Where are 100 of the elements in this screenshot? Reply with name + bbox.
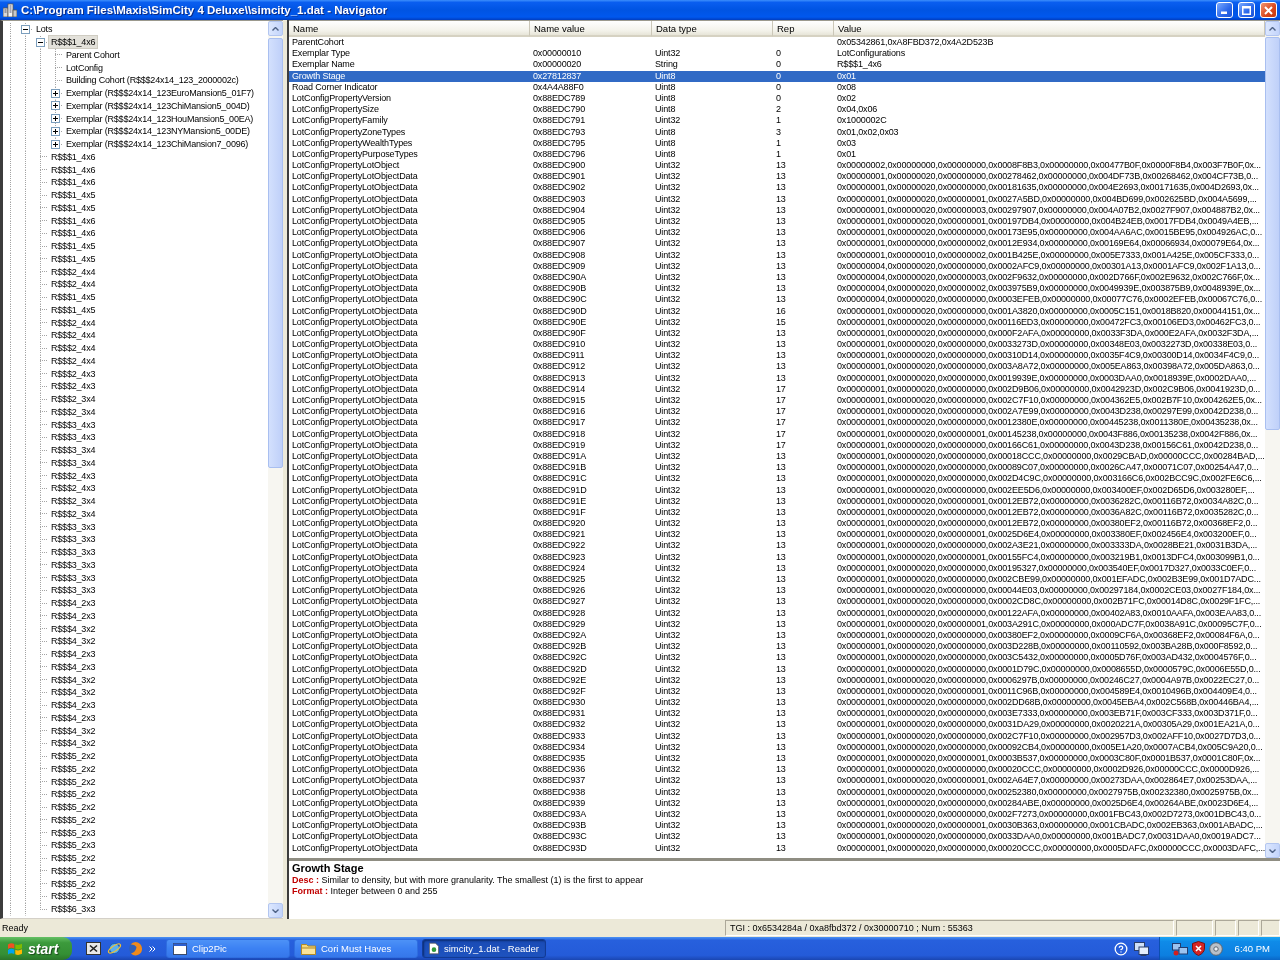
tree-item[interactable]: R$$$5_2x3 [49, 826, 98, 839]
tree-item[interactable]: R$$$5_2x2 [49, 775, 98, 788]
taskbar-button[interactable]: Clip2Pic [166, 939, 290, 958]
column-header[interactable]: Name value [530, 21, 652, 37]
property-row[interactable]: LotConfigPropertyLotObjectData 0x88EDC92F Uint32 13 0x00000001,0x00000020,0x00000001,0x0011C96B,0x00000000,0x004589E4,0x0010496B,0x004409E4,0... [289, 685, 1265, 698]
property-row[interactable]: LotConfigPropertyLotObjectData 0x88EDC937 Uint32 13 0x00000001,0x00000020,0x00000001,0x002A64E7,0x00000000,0x00273DAA,0x002864E7,0x00253DAA,... [289, 775, 1265, 787]
scroll-down-button[interactable] [268, 903, 283, 918]
scroll-up-button[interactable] [1265, 21, 1280, 36]
tree-item[interactable]: R$$$1_4x6 [49, 150, 98, 163]
tree-item[interactable]: R$$$3_3x3 [49, 584, 98, 597]
shield-icon[interactable] [1191, 941, 1205, 956]
tree-item[interactable]: R$$$5_2x2 [49, 890, 98, 903]
property-row[interactable]: LotConfigPropertyLotObjectData 0x88EDC902 Uint32 13 0x00000001,0x00000020,0x00000000,0x00181635,0x00000000,0x004E2693,0x00171635,0x004D2693,0x... [289, 182, 1265, 194]
tree-item[interactable]: R$$$2_4x4 [49, 354, 98, 367]
tree-item[interactable]: R$$$4_3x2 [49, 686, 98, 699]
taskbar-button[interactable]: simcity_1.dat - Reader [422, 939, 546, 958]
tree-item[interactable]: R$$$2_3x4 [49, 405, 98, 418]
help-icon[interactable] [1113, 941, 1128, 956]
property-row[interactable]: LotConfigPropertyLotObjectData 0x88EDC935 Uint32 13 0x00000001,0x00000020,0x00000001,0x0003B537,0x00000000,0x0003C80F,0x0001B537,0x0001C80F,0x... [289, 753, 1265, 765]
column-header[interactable]: Data type [652, 21, 773, 37]
tree-item[interactable]: R$$$2_3x4 [49, 393, 98, 406]
tree-item[interactable]: R$$$4_3x2 [49, 673, 98, 686]
tree-item[interactable]: R$$$4_3x2 [49, 635, 98, 648]
property-row[interactable]: LotConfigPropertyLotObjectData 0x88EDC901 Uint32 13 0x00000001,0x00000020,0x00000000,0x00278462,0x00000000,0x004DF73B,0x00268462,0x004CF73B,0... [289, 171, 1265, 183]
property-row[interactable]: LotConfigPropertyLotObjectData 0x88EDC93D Uint32 13 0x00000001,0x00000020,0x00000000,0x00020CCC,0x00000000,0x0005DAFC,0x00000CCC,0x0003DAFC,... [289, 842, 1265, 854]
plus-box-icon[interactable] [51, 88, 60, 98]
column-header[interactable]: Value [834, 21, 1265, 37]
tree-item[interactable]: R$$$6_3x3 [49, 903, 98, 916]
property-row[interactable]: LotConfigPropertyLotObjectData 0x88EDC908 Uint32 13 0x00000001,0x00000010,0x00000002,0x001B425E,0x00000000,0x005E7333,0x001A425E,0x005CF333,0... [289, 249, 1265, 261]
double-chevron-icon[interactable] [149, 945, 156, 952]
tree-item[interactable]: R$$$2_4x4 [49, 278, 98, 291]
tree-item[interactable]: R$$$2_4x3 [49, 367, 98, 380]
property-row[interactable]: Exemplar Name 0x00000020 String 0 R$$$1_4x6 [289, 59, 1265, 71]
tree-item[interactable]: R$$$2_4x3 [49, 380, 98, 393]
plus-box-icon[interactable] [51, 139, 60, 149]
property-row[interactable]: LotConfigPropertyLotObjectData 0x88EDC931 Uint32 13 0x00000001,0x00000020,0x00000000,0x003E7333,0x00000000,0x003EB71F,0x003CF333,0x003D371F,0... [289, 708, 1265, 720]
tree-item[interactable]: R$$$1_4x6 [49, 36, 98, 49]
property-row[interactable]: LotConfigPropertyPurposeTypes 0x88EDC796 Uint8 1 0x01 [289, 148, 1265, 161]
tree-item[interactable]: R$$$2_4x4 [49, 329, 98, 342]
tree-item[interactable]: R$$$5_2x2 [49, 750, 98, 763]
property-row[interactable]: LotConfigPropertyLotObjectData 0x88EDC91E Uint32 13 0x00000001,0x00000020,0x00000001,0x0012EB72,0x00000000,0x0036282C,0x00116B72,0x0034A82C,0... [289, 495, 1265, 507]
tree-item[interactable]: R$$$4_2x3 [49, 609, 98, 622]
property-row[interactable]: LotConfigPropertyLotObjectData 0x88EDC932 Uint32 13 0x00000001,0x00000020,0x00000000,0x0031DA29,0x00000000,0x0020221A,0x00305A29,0x001EA21A,0... [289, 719, 1265, 731]
tree-item[interactable]: R$$$3_3x3 [49, 558, 98, 571]
tree-item[interactable]: R$$$5_2x2 [49, 813, 98, 826]
property-row[interactable]: LotConfigPropertyLotObjectData 0x88EDC90B Uint32 13 0x00000004,0x00000020,0x00000002,0x003975B9,0x00000000,0x0049939E,0x003875B9,0x0048939E,0x... [289, 283, 1265, 295]
tree-item[interactable]: Parent Cohort [64, 48, 122, 61]
network-icon[interactable] [1171, 941, 1188, 956]
property-row[interactable]: LotConfigPropertyLotObjectData 0x88EDC90E Uint32 15 0x00000001,0x00000020,0x00000000,0x00116ED3,0x00000000,0x00472FC3,0x00106ED3,0x00462FC3,0... [289, 316, 1265, 328]
property-row[interactable]: LotConfigPropertyLotObjectData 0x88EDC93C Uint32 13 0x00000001,0x00000020,0x00000000,0x0033DAA0,0x00000000,0x001BADC7,0x0031DAA0,0x0019ADC7... [289, 831, 1265, 843]
property-row[interactable]: LotConfigPropertyLotObjectData 0x88EDC904 Uint32 13 0x00000001,0x00000020,0x00000003,0x00297907,0x00000000,0x004A07B2,0x0027F907,0x004887B2,0x... [289, 204, 1265, 216]
property-row[interactable]: LotConfigPropertyLotObjectData 0x88EDC905 Uint32 13 0x00000001,0x00000020,0x00000001,0x00197DB4,0x00000000,0x004B24EB,0x0017FDB4,0x0049A4EB,... [289, 216, 1265, 228]
tree-item[interactable]: R$$$5_2x2 [49, 801, 98, 814]
taskbar-button[interactable]: Cori Must Haves [294, 939, 418, 958]
property-row[interactable]: LotConfigPropertyLotObjectData 0x88EDC919 Uint32 17 0x00000001,0x00000020,0x00000000,0x00166C61,0x00000000,0x0043D238,0x00156C61,0x0042D238,0... [289, 439, 1265, 451]
property-row[interactable]: LotConfigPropertyLotObjectData 0x88EDC91F Uint32 13 0x00000001,0x00000020,0x00000000,0x0012EB72,0x00000000,0x0036A82C,0x00116B72,0x0035282C,0... [289, 506, 1265, 519]
tree-item[interactable]: R$$$4_3x2 [49, 724, 98, 737]
property-row[interactable]: Road Corner Indicator 0x4A4A88F0 Uint8 0 0x08 [289, 81, 1265, 93]
scroll-down-button[interactable] [1265, 843, 1280, 858]
globe-ring-icon[interactable] [107, 941, 122, 956]
tree-item[interactable]: R$$$4_3x2 [49, 622, 98, 635]
tree-item[interactable]: Exemplar (R$$$24x14_123ChiMansion7_0096) [64, 138, 251, 151]
maximize-button[interactable] [1238, 2, 1255, 18]
minimize-button[interactable] [1216, 2, 1233, 18]
tree-item[interactable]: R$$$2_4x4 [49, 316, 98, 329]
property-row[interactable]: LotConfigPropertyLotObjectData 0x88EDC91C Uint32 13 0x00000001,0x00000020,0x00000000,0x002D4C9C,0x00000000,0x003166C6,0x002BCC9C,0x002FE6C6,... [289, 473, 1265, 485]
property-row[interactable]: LotConfigPropertyFamily 0x88EDC791 Uint32 1 0x1000002C [289, 115, 1265, 127]
tree-item[interactable]: R$$$2_4x3 [49, 482, 98, 495]
tree-item[interactable]: R$$$1_4x5 [49, 240, 98, 253]
property-row[interactable]: LotConfigPropertyLotObjectData 0x88EDC92B Uint32 13 0x00000001,0x00000020,0x00000000,0x003D228B,0x00000000,0x00110592,0x003BA28B,0x000F8592,0... [289, 641, 1265, 653]
property-row[interactable]: LotConfigPropertyLotObjectData 0x88EDC90C Uint32 13 0x00000004,0x00000020,0x00000000,0x0003EFEB,0x00000000,0x00077C76,0x0002EFEB,0x00067C76,0... [289, 294, 1265, 306]
property-row[interactable]: LotConfigPropertyLotObjectData 0x88EDC91B Uint32 13 0x00000001,0x00000020,0x00000000,0x00089C07,0x00000000,0x0026CA47,0x00071C07,0x00254A47,0... [289, 462, 1265, 474]
tree-item[interactable]: Exemplar (R$$$24x14_123EuroMansion5_01F7) [64, 87, 256, 100]
scroll-thumb[interactable] [268, 38, 283, 468]
property-row[interactable]: LotConfigPropertyLotObjectData 0x88EDC92A Uint32 13 0x00000001,0x00000020,0x00000000,0x00380EF2,0x00000000,0x0009CF6A,0x00368EF2,0x00084F6A,0... [289, 629, 1265, 642]
property-row[interactable]: LotConfigPropertyLotObjectData 0x88EDC920 Uint32 13 0x00000001,0x00000020,0x00000000,0x0012EB72,0x00000000,0x00380EF2,0x00116B72,0x00368EF2,0... [289, 518, 1265, 530]
property-row[interactable]: LotConfigPropertyLotObjectData 0x88EDC906 Uint32 13 0x00000001,0x00000020,0x00000000,0x00173E95,0x00000000,0x004AA6AC,0x0015BE95,0x004926AC,0... [289, 227, 1265, 239]
tree-item[interactable]: R$$$4_2x3 [49, 699, 98, 712]
property-row[interactable]: LotConfigPropertyLotObjectData 0x88EDC915 Uint32 17 0x00000001,0x00000020,0x00000000,0x002C7F10,0x00000000,0x004362E5,0x002B7F10,0x004262E5,0x... [289, 395, 1265, 407]
tree-item[interactable]: Lots [34, 23, 55, 36]
property-row[interactable]: Growth Stage 0x27812837 Uint8 0 0x01 [289, 70, 1265, 82]
tree-item[interactable]: R$$$1_4x5 [49, 189, 98, 202]
property-row[interactable]: LotConfigPropertyLotObjectData 0x88EDC914 Uint32 17 0x00000001,0x00000020,0x00000000,0x002D9B06,0x00000000,0x0042923D,0x002C9B06,0x0041923D,0... [289, 383, 1265, 395]
tree-item[interactable]: R$$$1_4x5 [49, 252, 98, 265]
property-row[interactable]: LotConfigPropertyLotObjectData 0x88EDC930 Uint32 13 0x00000001,0x00000020,0x00000000,0x002DD68B,0x00000000,0x0045EBA4,0x002C568B,0x00446BA4,... [289, 697, 1265, 709]
tree-item[interactable]: R$$$4_2x3 [49, 711, 98, 724]
property-row[interactable]: LotConfigPropertyWealthTypes 0x88EDC795 Uint8 1 0x03 [289, 137, 1265, 149]
property-row[interactable]: ParentCohort 0x05342861,0xA8FBD372,0x4A2D523B [289, 37, 1265, 49]
start-button[interactable]: start [0, 937, 72, 960]
tree-item[interactable]: R$$$2_4x4 [49, 265, 98, 278]
property-row[interactable]: LotConfigPropertyLotObjectData 0x88EDC911 Uint32 13 0x00000001,0x00000020,0x00000000,0x00310D14,0x00000000,0x0035F4C9,0x00300D14,0x0034F4C9,0... [289, 350, 1265, 362]
tree-item[interactable]: R$$$4_2x3 [49, 597, 98, 610]
tree-item[interactable]: R$$$3_3x3 [49, 546, 98, 559]
property-row[interactable]: LotConfigPropertyLotObjectData 0x88EDC93B Uint32 13 0x00000001,0x00000020,0x00000001,0x0030B363,0x00000000,0x001CBADC,0x002EB363,0x001ABADC,... [289, 820, 1265, 832]
property-row[interactable]: LotConfigPropertyLotObjectData 0x88EDC929 Uint32 13 0x00000001,0x00000020,0x00000001,0x003A291C,0x00000000,0x000ADC7F,0x0038A91C,0x00095C7F,0... [289, 618, 1265, 630]
tree-item[interactable]: Building Cohort (R$$$24x14_123_2000002c) [64, 74, 241, 87]
property-row[interactable]: LotConfigPropertyLotObjectData 0x88EDC925 Uint32 13 0x00000001,0x00000020,0x00000000,0x002CBE99,0x00000000,0x001EFADC,0x002B3E99,0x001D7ADC... [289, 574, 1265, 586]
property-row[interactable]: LotConfigPropertyVersion 0x88EDC789 Uint8 0 0x02 [289, 92, 1265, 105]
property-row[interactable]: LotConfigPropertyLotObjectData 0x88EDC939 Uint32 13 0x00000001,0x00000020,0x00000000,0x00284ABE,0x00000000,0x0025D6E4,0x00264ABE,0x0023D6E4,... [289, 797, 1265, 809]
property-row[interactable]: Exemplar Type 0x00000010 Uint32 0 LotConfigurations [289, 48, 1265, 60]
